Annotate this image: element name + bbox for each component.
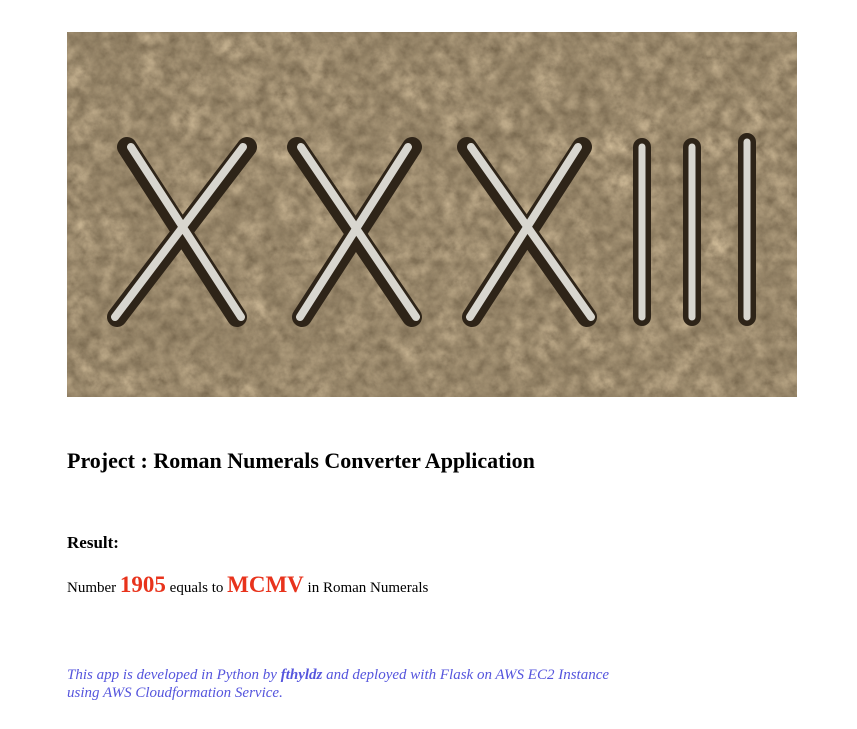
hero-image [67,32,797,397]
result-prefix: Number [67,580,117,596]
footer-author: fthyldz [280,667,323,683]
footer-text-3: using AWS Cloudformation Service. [67,685,283,701]
result-label: Result: [67,533,119,552]
input-number: 1905 [119,572,166,597]
footer-note: This app is developed in Python by fthyl… [67,666,667,702]
roman-numeral-output: MCMV [227,572,304,597]
carved-roman-numerals-image [67,32,797,397]
result-suffix: in Roman Numerals [307,580,429,596]
page-title: Project : Roman Numerals Converter Appli… [67,448,535,473]
footer-text-1: This app is developed in Python by [67,667,277,683]
result-middle: equals to [169,580,224,596]
result-line: Number 1905 equals to MCMV in Roman Nume… [67,570,428,603]
footer-text-2: and deployed with Flask on AWS EC2 Insta… [326,667,610,683]
